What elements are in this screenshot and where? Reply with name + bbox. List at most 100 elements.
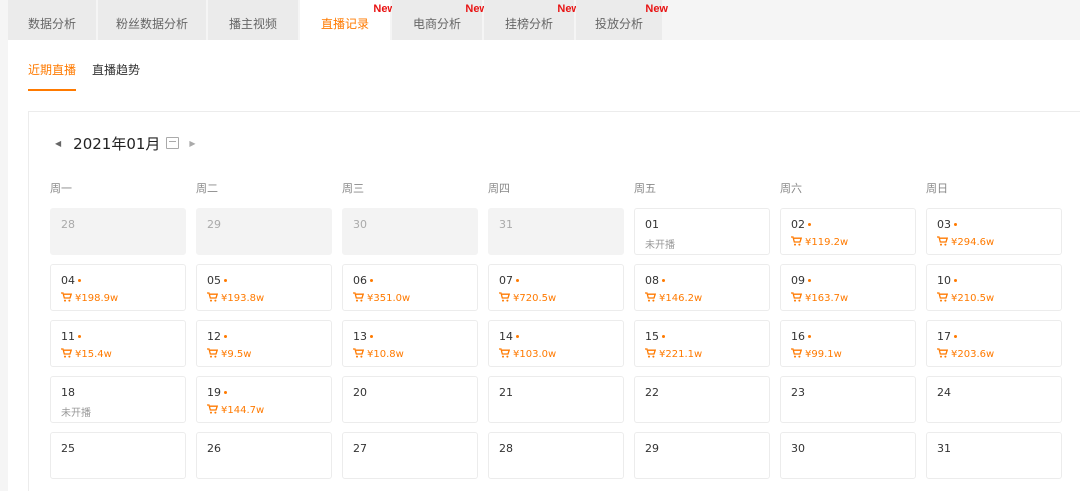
calendar-day[interactable]: 27 bbox=[342, 432, 478, 479]
day-number: 12 bbox=[207, 330, 227, 343]
calendar-day[interactable]: 08 ¥146.2w bbox=[634, 264, 770, 311]
calendar-day[interactable]: 06 ¥351.0w bbox=[342, 264, 478, 311]
day-number: 29 bbox=[207, 218, 221, 231]
live-dot-icon bbox=[516, 279, 519, 282]
day-number-text: 12 bbox=[207, 330, 221, 343]
calendar-day[interactable]: 22 bbox=[634, 376, 770, 423]
sales-amount: ¥163.7w bbox=[791, 292, 848, 305]
live-dot-icon bbox=[808, 223, 811, 226]
calendar-day[interactable]: 11 ¥15.4w bbox=[50, 320, 186, 367]
cart-icon bbox=[937, 348, 949, 361]
weekday-label: 周三 bbox=[342, 182, 364, 195]
tab-label: 挂榜分析 bbox=[504, 17, 553, 31]
day-number: 23 bbox=[791, 386, 805, 399]
day-number: 30 bbox=[353, 218, 367, 231]
subtab-1[interactable]: 直播趋势 bbox=[92, 60, 140, 91]
calendar-day[interactable]: 28 bbox=[488, 432, 624, 479]
calendar-day[interactable]: 21 bbox=[488, 376, 624, 423]
day-number-text: 08 bbox=[645, 274, 659, 287]
tab-5[interactable]: 挂榜分析 New bbox=[484, 0, 580, 40]
calendar-day[interactable]: 10 ¥210.5w bbox=[926, 264, 1062, 311]
subtab-0[interactable]: 近期直播 bbox=[28, 60, 77, 91]
weekday-label: 周二 bbox=[196, 182, 218, 195]
calendar-day[interactable]: 31 bbox=[926, 432, 1062, 479]
day-number-text: 16 bbox=[791, 330, 805, 343]
live-dot-icon bbox=[808, 335, 811, 338]
tab-4[interactable]: 电商分析 New bbox=[392, 0, 488, 40]
tab-3[interactable]: 直播记录 New bbox=[300, 0, 396, 40]
sales-text: ¥163.7w bbox=[805, 293, 849, 304]
sales-text: ¥119.2w bbox=[805, 237, 849, 248]
day-number: 04 bbox=[61, 274, 81, 287]
day-number-text: 15 bbox=[645, 330, 659, 343]
day-number-text: 28 bbox=[499, 442, 513, 455]
calendar-day[interactable]: 05 ¥193.8w bbox=[196, 264, 332, 311]
calendar-day[interactable]: 07 ¥720.5w bbox=[488, 264, 624, 311]
calendar-day[interactable]: 03 ¥294.6w bbox=[926, 208, 1062, 255]
day-number: 26 bbox=[207, 442, 221, 455]
live-status: 未开播 bbox=[645, 240, 675, 251]
tab-2[interactable]: 播主视频 bbox=[208, 0, 298, 40]
live-dot-icon bbox=[78, 335, 81, 338]
calendar-day[interactable]: 14 ¥103.0w bbox=[488, 320, 624, 367]
sales-amount: ¥210.5w bbox=[937, 292, 994, 305]
calendar-day[interactable]: 23 bbox=[780, 376, 916, 423]
day-number: 27 bbox=[353, 442, 367, 455]
sub-tab-bar: 近期直播 直播趋势 bbox=[28, 60, 156, 91]
live-dot-icon bbox=[516, 335, 519, 338]
month-title: 2021年01月 bbox=[73, 134, 161, 153]
sales-text: ¥198.9w bbox=[75, 293, 119, 304]
calendar-day[interactable]: 30 bbox=[342, 208, 478, 255]
calendar-day[interactable]: 02 ¥119.2w bbox=[780, 208, 916, 255]
tab-6[interactable]: 投放分析 New bbox=[576, 0, 668, 40]
sales-amount: ¥198.9w bbox=[61, 292, 118, 305]
calendar-day[interactable]: 15 ¥221.1w bbox=[634, 320, 770, 367]
day-number: 24 bbox=[937, 386, 951, 399]
sales-amount: ¥103.0w bbox=[499, 348, 556, 361]
calendar-day[interactable]: 13 ¥10.8w bbox=[342, 320, 478, 367]
calendar-day[interactable]: 29 bbox=[196, 208, 332, 255]
cart-icon bbox=[499, 348, 511, 361]
calendar-day[interactable]: 18 未开播 bbox=[50, 376, 186, 423]
day-number-text: 31 bbox=[937, 442, 951, 455]
caret-right-icon[interactable]: ▶ bbox=[189, 139, 195, 148]
day-number: 06 bbox=[353, 274, 373, 287]
calendar-day[interactable]: 24 bbox=[926, 376, 1062, 423]
main-panel: 近期直播 直播趋势 ◀ 2021年01月 ▶ 周一 周二 周三 周四 周五 周六 周日 28 2… bbox=[8, 40, 1080, 491]
calendar-day[interactable]: 09 ¥163.7w bbox=[780, 264, 916, 311]
sales-text: ¥221.1w bbox=[659, 349, 703, 360]
live-dot-icon bbox=[78, 279, 81, 282]
calendar-day[interactable]: 26 bbox=[196, 432, 332, 479]
day-number-text: 23 bbox=[791, 386, 805, 399]
sales-text: ¥193.8w bbox=[221, 293, 265, 304]
day-number: 25 bbox=[61, 442, 75, 455]
calendar-day[interactable]: 12 ¥9.5w bbox=[196, 320, 332, 367]
calendar-day[interactable]: 31 bbox=[488, 208, 624, 255]
day-number-text: 30 bbox=[791, 442, 805, 455]
day-number: 08 bbox=[645, 274, 665, 287]
calendar-icon[interactable] bbox=[166, 137, 180, 149]
caret-left-icon[interactable]: ◀ bbox=[55, 139, 61, 148]
calendar-day[interactable]: 19 ¥144.7w bbox=[196, 376, 332, 423]
day-number-text: 22 bbox=[645, 386, 659, 399]
calendar-day[interactable]: 30 bbox=[780, 432, 916, 479]
calendar-day[interactable]: 29 bbox=[634, 432, 770, 479]
calendar-day[interactable]: 20 bbox=[342, 376, 478, 423]
day-number: 07 bbox=[499, 274, 519, 287]
cart-icon bbox=[61, 348, 73, 361]
calendar-day[interactable]: 28 bbox=[50, 208, 186, 255]
calendar-day[interactable]: 25 bbox=[50, 432, 186, 479]
day-number: 15 bbox=[645, 330, 665, 343]
calendar-day[interactable]: 17 ¥203.6w bbox=[926, 320, 1062, 367]
calendar-day[interactable]: 01 未开播 bbox=[634, 208, 770, 255]
tab-1[interactable]: 粉丝数据分析 bbox=[98, 0, 206, 40]
cart-icon bbox=[61, 292, 73, 305]
day-number-text: 21 bbox=[499, 386, 513, 399]
tab-0[interactable]: 数据分析 bbox=[8, 0, 96, 40]
calendar-day[interactable]: 04 ¥198.9w bbox=[50, 264, 186, 311]
calendar-day[interactable]: 16 ¥99.1w bbox=[780, 320, 916, 367]
day-number: 02 bbox=[791, 218, 811, 231]
day-number: 20 bbox=[353, 386, 367, 399]
tab-label: 粉丝数据分析 bbox=[115, 17, 188, 31]
month-nav: ◀ 2021年01月 ▶ bbox=[55, 133, 196, 153]
